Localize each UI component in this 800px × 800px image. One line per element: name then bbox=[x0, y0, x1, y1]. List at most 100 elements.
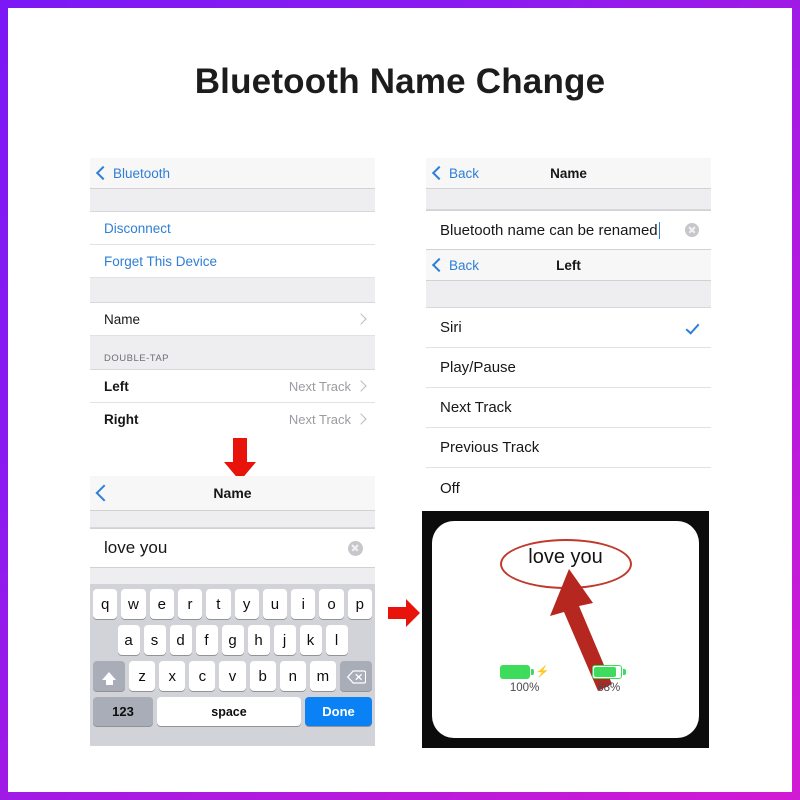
options-gap bbox=[426, 281, 711, 308]
key-f[interactable]: f bbox=[195, 625, 218, 655]
bluetooth-name-field[interactable]: Bluetooth name can be renamed bbox=[426, 210, 711, 250]
battery-left-icon-row: ⚡ bbox=[500, 665, 549, 679]
row-right-label: Right bbox=[104, 411, 139, 427]
section-gap bbox=[90, 189, 375, 212]
section-gap-2 bbox=[90, 278, 375, 303]
photo-earbuds-case: love you ⚡ 100% 88% bbox=[422, 511, 709, 748]
key-r[interactable]: r bbox=[177, 589, 203, 619]
nav-bar-name: Name bbox=[90, 476, 375, 511]
option-siri[interactable]: Siri bbox=[426, 308, 711, 348]
row-right-value: Next Track bbox=[288, 411, 351, 427]
option-next-track[interactable]: Next Track bbox=[426, 388, 711, 428]
option-off-label: Off bbox=[440, 479, 460, 497]
panel-name-keyboard: Name love you q w e r t y u i o p a s d … bbox=[90, 476, 375, 746]
key-l[interactable]: l bbox=[325, 625, 348, 655]
key-a[interactable]: a bbox=[117, 625, 140, 655]
key-w[interactable]: w bbox=[121, 589, 146, 619]
backspace-key[interactable] bbox=[339, 661, 372, 691]
key-n[interactable]: n bbox=[279, 661, 306, 691]
back-button-bluetooth[interactable]: Bluetooth bbox=[90, 166, 170, 181]
chevron-left-icon bbox=[431, 257, 447, 273]
key-s[interactable]: s bbox=[143, 625, 166, 655]
case-screen: love you ⚡ 100% 88% bbox=[432, 521, 699, 738]
key-t[interactable]: t bbox=[206, 589, 231, 619]
battery-right-percent: 88% bbox=[597, 682, 621, 694]
key-z[interactable]: z bbox=[129, 661, 156, 691]
key-g[interactable]: g bbox=[221, 625, 244, 655]
key-h[interactable]: h bbox=[247, 625, 270, 655]
key-c[interactable]: c bbox=[189, 661, 216, 691]
back-button-label: Bluetooth bbox=[113, 165, 171, 181]
nav-bar-name-edit: Back Name bbox=[426, 158, 711, 189]
key-y[interactable]: y bbox=[234, 589, 259, 619]
key-x[interactable]: x bbox=[159, 661, 186, 691]
key-q[interactable]: q bbox=[93, 589, 118, 619]
keyboard-row-4: 123 space Done bbox=[93, 697, 372, 726]
done-key[interactable]: Done bbox=[305, 697, 372, 726]
key-d[interactable]: d bbox=[169, 625, 192, 655]
shift-key[interactable] bbox=[93, 661, 125, 691]
back-button-left[interactable]: Back bbox=[426, 258, 479, 273]
clear-circle-icon[interactable] bbox=[348, 540, 363, 556]
section-header-double-tap: DOUBLE-TAP bbox=[90, 336, 375, 370]
clear-circle-icon[interactable] bbox=[685, 223, 699, 237]
back-button-name-edit[interactable]: Back bbox=[426, 166, 479, 181]
row-disconnect-label: Disconnect bbox=[104, 220, 171, 236]
keyboard-row-3: z x c v b n m bbox=[93, 661, 372, 691]
option-play-pause[interactable]: Play/Pause bbox=[426, 348, 711, 388]
space-key[interactable]: space bbox=[157, 697, 301, 726]
option-previous-track[interactable]: Previous Track bbox=[426, 428, 711, 468]
row-right[interactable]: Right Next Track bbox=[90, 403, 375, 430]
keyboard-row-2: a s d f g h j k l bbox=[93, 625, 372, 655]
arrow-right-icon bbox=[386, 596, 422, 635]
key-u[interactable]: u bbox=[262, 589, 288, 619]
checkmark-icon bbox=[685, 320, 701, 336]
keyboard-row-1: q w e r t y u i o p bbox=[93, 589, 372, 619]
page-canvas: Bluetooth Name Change Bluetooth Disconne… bbox=[8, 8, 792, 792]
key-i[interactable]: i bbox=[291, 589, 316, 619]
row-left[interactable]: Left Next Track bbox=[90, 370, 375, 403]
name-text-field[interactable]: love you bbox=[90, 528, 375, 568]
page-title: Bluetooth Name Change bbox=[194, 62, 606, 101]
key-o[interactable]: o bbox=[319, 589, 344, 619]
battery-full-icon bbox=[500, 665, 530, 679]
name-field-value: love you bbox=[104, 538, 168, 557]
key-v[interactable]: v bbox=[219, 661, 246, 691]
chevron-left-icon bbox=[431, 165, 447, 181]
key-e[interactable]: e bbox=[149, 589, 174, 619]
back-button-label: Back bbox=[449, 257, 480, 273]
row-forget-label: Forget This Device bbox=[104, 253, 218, 269]
onscreen-keyboard[interactable]: q w e r t y u i o p a s d f g h j k l z … bbox=[90, 584, 375, 746]
battery-partial-icon bbox=[592, 665, 622, 679]
row-name[interactable]: Name bbox=[90, 303, 375, 336]
key-k[interactable]: k bbox=[299, 625, 322, 655]
chevron-left-icon bbox=[95, 165, 111, 181]
option-siri-label: Siri bbox=[440, 319, 462, 336]
bluetooth-name-value: Bluetooth name can be renamed bbox=[440, 221, 658, 239]
back-button-label: Back bbox=[449, 165, 480, 181]
option-play-pause-label: Play/Pause bbox=[440, 359, 516, 376]
key-b[interactable]: b bbox=[249, 661, 276, 691]
back-button-name[interactable] bbox=[90, 484, 115, 502]
panel-device-settings: Bluetooth Disconnect Forget This Device … bbox=[90, 158, 375, 430]
option-off[interactable]: Off bbox=[426, 468, 711, 508]
key-p[interactable]: p bbox=[347, 589, 372, 619]
nav-bar-left: Back Left bbox=[426, 250, 711, 281]
text-caret bbox=[658, 221, 661, 239]
chevron-left-icon bbox=[95, 484, 113, 502]
charging-bolt-icon: ⚡ bbox=[535, 665, 550, 678]
row2-left-spacer bbox=[92, 625, 114, 655]
field-bottom-gap bbox=[90, 568, 375, 584]
numbers-key[interactable]: 123 bbox=[93, 697, 153, 726]
row-disconnect[interactable]: Disconnect bbox=[90, 212, 375, 245]
row2-right-spacer bbox=[352, 625, 374, 655]
key-j[interactable]: j bbox=[273, 625, 296, 655]
key-m[interactable]: m bbox=[309, 661, 336, 691]
chevron-right-icon bbox=[355, 380, 367, 392]
annotation-arrow-icon bbox=[550, 569, 612, 691]
row-forget-this-device[interactable]: Forget This Device bbox=[90, 245, 375, 278]
row-left-value: Next Track bbox=[288, 378, 351, 394]
panel-name-edit: Back Name Bluetooth name can be renamed … bbox=[426, 158, 711, 513]
battery-right-icon-row bbox=[592, 665, 626, 679]
nav-bar-bluetooth: Bluetooth bbox=[90, 158, 375, 189]
